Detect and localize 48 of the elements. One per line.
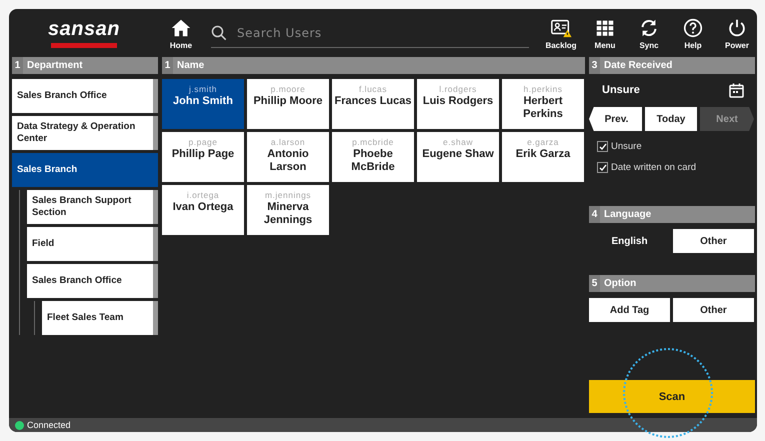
person-card[interactable]: f.lucas Frances Lucas: [332, 79, 414, 129]
person-card[interactable]: m.jennings Minerva Jennings: [247, 185, 329, 235]
department-item[interactable]: Sales Branch Office: [27, 264, 158, 298]
language-option[interactable]: English: [589, 229, 670, 253]
search-icon: [211, 24, 227, 40]
date-value: Unsure: [602, 84, 640, 96]
power-button[interactable]: Power: [715, 16, 757, 50]
backlog-button[interactable]: Backlog: [539, 16, 583, 50]
checkbox-label: Unsure: [611, 141, 642, 152]
logo: sansan: [9, 18, 159, 48]
department-item[interactable]: Sales Branch Office: [12, 79, 158, 113]
menu-button[interactable]: Menu: [583, 16, 627, 50]
person-card[interactable]: p.mcbride Phoebe McBride: [332, 132, 414, 182]
department-item[interactable]: Sales Branch Support Section: [27, 190, 158, 224]
help-button[interactable]: Help: [671, 16, 715, 50]
person-card[interactable]: e.garza Erik Garza: [502, 132, 584, 182]
sync-button[interactable]: Sync: [627, 16, 671, 50]
section-header: 4 Language: [589, 206, 755, 223]
language-option[interactable]: Other: [673, 229, 754, 253]
person-card[interactable]: h.perkins Herbert Perkins: [502, 79, 584, 129]
person-card[interactable]: e.shaw Eugene Shaw: [417, 132, 499, 182]
today-button[interactable]: Today: [645, 107, 697, 131]
person-card[interactable]: p.page Phillip Page: [162, 132, 244, 182]
department-item[interactable]: Fleet Sales Team: [42, 301, 158, 335]
person-card[interactable]: j.smith John Smith: [162, 79, 244, 129]
department-item[interactable]: Field: [27, 227, 158, 261]
checkbox[interactable]: [597, 162, 608, 173]
help-icon: [682, 16, 704, 38]
status-text: Connected: [27, 420, 71, 430]
home-button[interactable]: Home: [159, 16, 203, 50]
person-card[interactable]: a.larson Antonio Larson: [247, 132, 329, 182]
person-card[interactable]: l.rodgers Luis Rodgers: [417, 79, 499, 129]
section-header: 5 Option: [589, 275, 755, 292]
person-card[interactable]: i.ortega Ivan Ortega: [162, 185, 244, 235]
department-item[interactable]: Data Strategy & Operation Center: [12, 116, 158, 150]
section-header: 1 Name: [162, 57, 585, 74]
checkbox-label: Date written on card: [611, 162, 696, 173]
section-header: 1 Department: [12, 57, 158, 74]
option-button[interactable]: Add Tag: [589, 298, 670, 322]
option-button[interactable]: Other: [673, 298, 754, 322]
department-item[interactable]: Sales Branch: [12, 153, 158, 187]
section-header: 3 Date Received: [589, 57, 755, 74]
checkbox[interactable]: [597, 141, 608, 152]
scan-button[interactable]: Scan: [589, 380, 755, 413]
prev-button[interactable]: Prev.: [589, 107, 642, 131]
calendar-icon[interactable]: [729, 82, 744, 98]
person-card[interactable]: p.moore Phillip Moore: [247, 79, 329, 129]
search-field[interactable]: Search Users: [235, 24, 509, 40]
